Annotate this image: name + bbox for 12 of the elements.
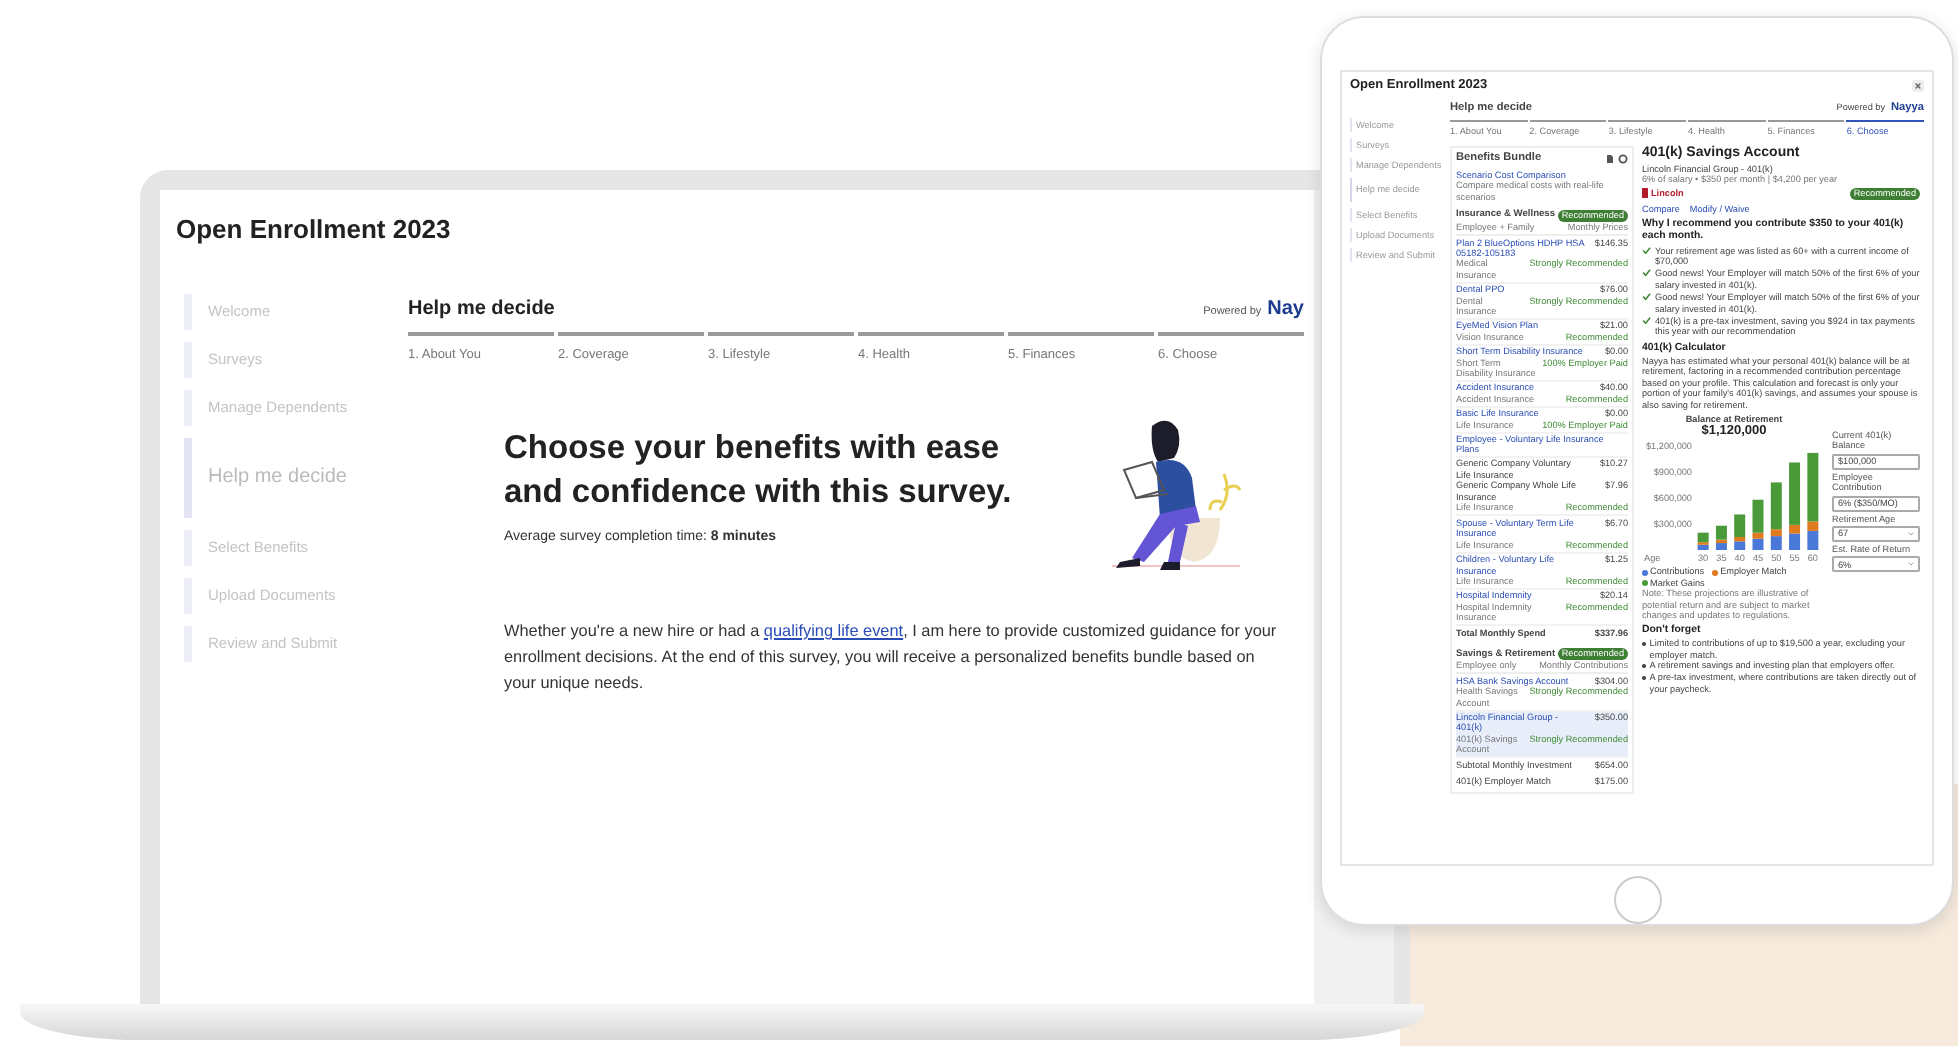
hero-heading: Choose your benefits with ease and confidence with this survey. bbox=[504, 428, 1014, 514]
app-title: Open Enrollment 2023 bbox=[176, 214, 451, 246]
qualifying-event-link[interactable]: qualifying life event bbox=[763, 622, 904, 640]
check-icon bbox=[1642, 292, 1651, 302]
check-icon bbox=[1642, 315, 1651, 325]
brand-logo: Nay bbox=[1267, 298, 1304, 320]
page-heading: Help me decide bbox=[408, 298, 555, 320]
document-icon[interactable] bbox=[1606, 153, 1614, 164]
check-icon bbox=[1642, 245, 1651, 255]
check-icon bbox=[1642, 268, 1651, 278]
intro-paragraph: Whether you're a new hire or had a qualifying life event, I am here to provide customized guidance for your enrollment decisions. At the end of this survey, you will receive a personalized benefits bundle based on your unique needs. bbox=[504, 620, 1279, 696]
close-icon[interactable] bbox=[1912, 80, 1924, 92]
